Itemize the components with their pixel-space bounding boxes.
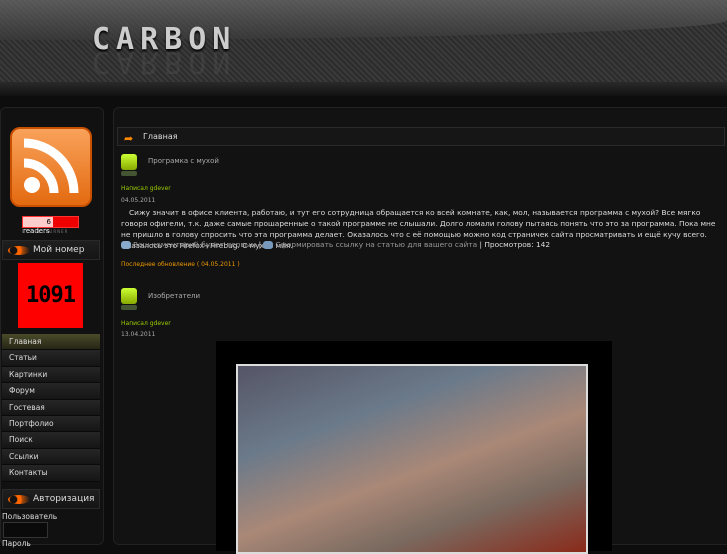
comment-link[interactable]: Ваш коментарий будет первым: [133, 240, 256, 249]
password-label: Пароль: [2, 539, 31, 548]
post-date: 04.05.2011: [121, 197, 156, 204]
rss-icon[interactable]: [10, 127, 92, 207]
post-photo: [236, 364, 588, 554]
make-link-link[interactable]: Сформировать ссылку на статью для вашего…: [275, 240, 477, 249]
main-menu: Главная Статьи Картинки Форум Гостевая П…: [2, 334, 100, 482]
post-icon: [121, 288, 137, 310]
post-title[interactable]: Изобретатели: [148, 292, 200, 300]
post-icon: [121, 154, 137, 176]
menu-item-pictures[interactable]: Картинки: [2, 366, 100, 384]
menu-item-contacts[interactable]: Контакты: [2, 465, 100, 482]
auth-header: Авторизация: [2, 489, 100, 509]
auth-title: Авторизация: [33, 494, 95, 504]
breadcrumb-home[interactable]: Главная: [143, 132, 178, 141]
site-logo[interactable]: CARBON: [92, 22, 236, 57]
link-icon: [263, 241, 274, 249]
menu-item-forum[interactable]: Форум: [2, 383, 100, 400]
arrow-icon: ➦: [124, 132, 134, 145]
breadcrumb: ➦ Главная: [117, 127, 725, 146]
menu-item-links[interactable]: Ссылки: [2, 448, 100, 466]
flame-icon: [8, 246, 30, 255]
post-title[interactable]: Програмка с мухой: [148, 157, 219, 165]
menu-item-search[interactable]: Поиск: [2, 432, 100, 449]
post-updated: Последнее обновление ( 04.05.2011 ): [121, 261, 240, 268]
flame-icon: [8, 495, 30, 504]
visit-counter: 1091: [18, 263, 83, 328]
post-links: Ваш коментарий будет первым | Сформирова…: [121, 240, 550, 249]
menu-item-portfolio[interactable]: Портфолио: [2, 415, 100, 433]
post-date: 13.04.2011: [121, 331, 156, 338]
menu-item-guestbook[interactable]: Гостевая: [2, 399, 100, 416]
counter-title: Мой номер: [33, 245, 85, 255]
readers-count: 6: [23, 217, 53, 227]
menu-item-home[interactable]: Главная: [2, 334, 100, 351]
views-count: Просмотров: 142: [484, 240, 551, 249]
username-label: Пользователь: [2, 512, 58, 521]
post-author: Написал gdever: [121, 185, 171, 192]
menu-item-articles[interactable]: Статьи: [2, 350, 100, 367]
comment-icon: [121, 241, 131, 249]
username-input[interactable]: [3, 522, 48, 538]
counter-header: Мой номер: [2, 240, 100, 260]
post-author: Написал gdever: [121, 320, 171, 327]
feedburner-readers-badge[interactable]: 6 readers: [22, 216, 79, 235]
feedburner-label: BY FEEDBURNER: [22, 229, 69, 234]
